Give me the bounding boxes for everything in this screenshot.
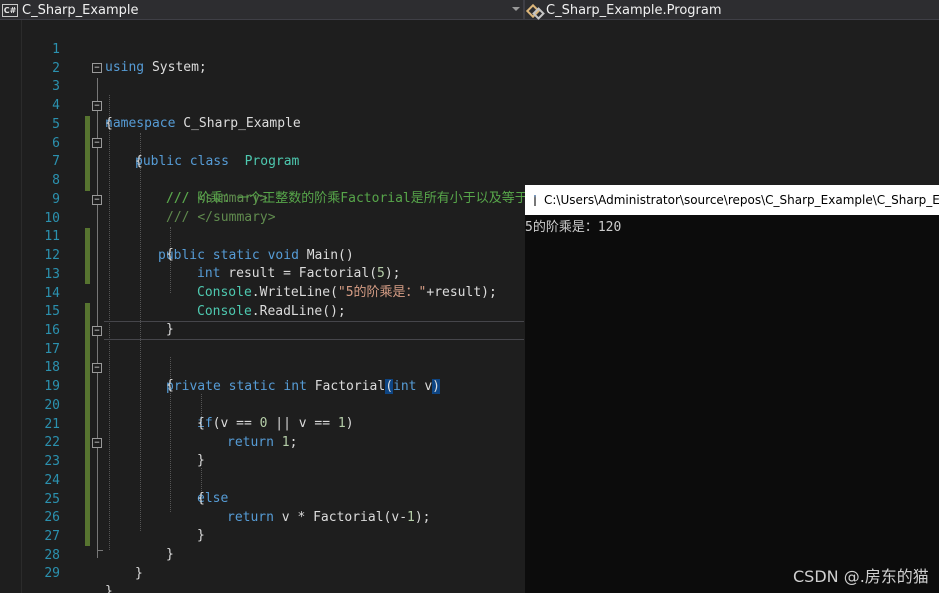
- navbar-divider: [523, 0, 525, 20]
- line-number: 29: [44, 565, 60, 581]
- member-dropdown[interactable]: C_Sharp_Example.Program: [527, 1, 937, 19]
- console-app-icon: [534, 194, 536, 206]
- code-line[interactable]: 3 − namespace C_Sharp_Example: [0, 59, 939, 131]
- code-line[interactable]: 2: [0, 41, 939, 76]
- project-name: C_Sharp_Example: [22, 2, 139, 18]
- console-title: C:\Users\Administrator\source\repos\C_Sh…: [544, 193, 939, 207]
- collapse-icon[interactable]: −: [92, 326, 102, 336]
- class-icon: [527, 3, 541, 17]
- console-title-bar[interactable]: C:\Users\Administrator\source\repos\C_Sh…: [525, 185, 939, 215]
- collapse-icon[interactable]: −: [92, 363, 102, 373]
- watermark: CSDN @.房东的猫: [793, 567, 929, 586]
- chevron-down-icon[interactable]: [512, 7, 520, 11]
- csharp-project-icon: C#: [2, 3, 18, 17]
- console-output: 5的阶乘是：120: [525, 220, 622, 235]
- code-line[interactable]: 1 using System;: [0, 22, 939, 76]
- code-line[interactable]: 7 − /// <summary>: [0, 134, 939, 206]
- navigation-bar: C# C_Sharp_Example C_Sharp_Example.Progr…: [0, 0, 939, 20]
- code-line[interactable]: 8 /// 阶乘：一个正整数的阶乘Factorial是所有小于以及等于该数的正整…: [0, 153, 939, 207]
- console-window[interactable]: C:\Users\Administrator\source\repos\C_Sh…: [525, 185, 939, 593]
- member-name: C_Sharp_Example.Program: [546, 2, 722, 18]
- code-token: }: [135, 566, 143, 582]
- collapse-icon[interactable]: −: [92, 101, 102, 111]
- code-token: }: [105, 584, 113, 593]
- code-line[interactable]: 5 − public class Program: [0, 97, 939, 169]
- code-line[interactable]: 6 {: [0, 116, 939, 170]
- collapse-icon[interactable]: −: [92, 63, 102, 73]
- collapse-icon[interactable]: −: [92, 438, 102, 448]
- collapse-icon[interactable]: −: [92, 195, 102, 205]
- collapse-icon[interactable]: −: [92, 138, 102, 148]
- code-line[interactable]: 4 {: [0, 78, 939, 132]
- project-dropdown[interactable]: C# C_Sharp_Example: [2, 1, 522, 19]
